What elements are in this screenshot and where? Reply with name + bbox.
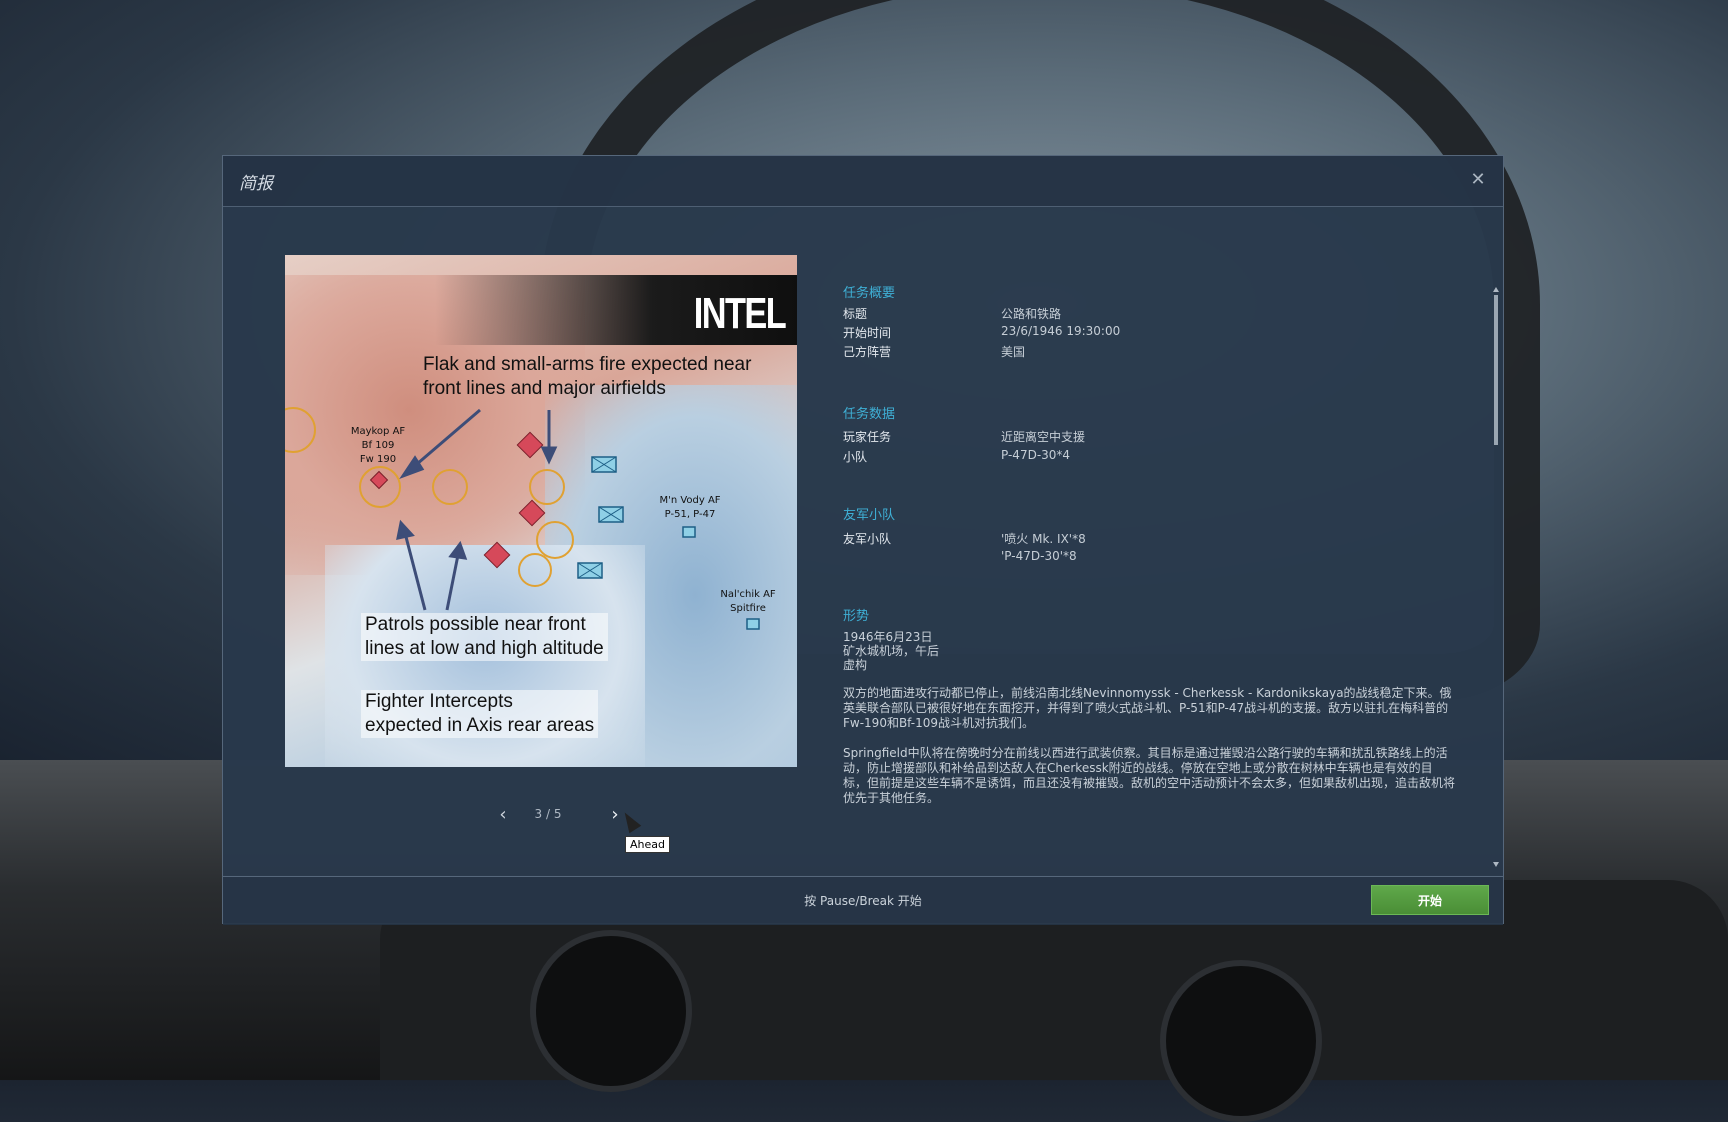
label-nalchik-name: Nal'chik AF bbox=[720, 589, 776, 600]
previous-page-button[interactable]: ‹ bbox=[493, 804, 513, 828]
patrol-note-line-2: lines at low and high altitude bbox=[365, 638, 604, 659]
title-value: 公路和铁路 bbox=[1001, 307, 1062, 321]
background-gauge bbox=[1160, 960, 1322, 1122]
pause-start-hint: 按 Pause/Break 开始 bbox=[804, 894, 922, 908]
mission-info-panel: 任务概要 标题 公路和铁路 开始时间 23/6/1946 19:30:00 己方… bbox=[843, 282, 1483, 867]
label-nalchik-af: Nal'chik AF Spitfire bbox=[711, 588, 785, 616]
scroll-down-icon[interactable] bbox=[1493, 862, 1499, 867]
mission-data-section-title: 任务数据 bbox=[843, 407, 896, 422]
next-page-tooltip: Ahead bbox=[625, 836, 670, 853]
situation-date: 1946年6月23日 bbox=[843, 630, 933, 644]
close-icon: ✕ bbox=[1470, 169, 1486, 190]
summary-section-title: 任务概要 bbox=[843, 286, 896, 301]
situation-paragraph-2: Springfield中队将在傍晚时分在前线以西进行武装侦察。其目标是通过摧毁沿… bbox=[843, 746, 1456, 805]
friendly-flight-2: 'P-47D-30'*8 bbox=[1001, 549, 1077, 563]
label-maykop-af: Maykop AF Bf 109 Fw 190 bbox=[343, 425, 413, 467]
flak-note: Flak and small-arms fire expected near f… bbox=[423, 353, 751, 401]
situation-paragraph-1: 双方的地面进攻行动都已停止，前线沿南北线Nevinnomyssk - Cherk… bbox=[843, 686, 1452, 730]
chevron-right-icon: › bbox=[611, 804, 619, 825]
friendly-section-title: 友军小队 bbox=[843, 508, 896, 523]
dialog-title: 简报 bbox=[239, 174, 273, 194]
situation-fictional: 虚构 bbox=[843, 658, 868, 672]
info-scrollbar[interactable] bbox=[1493, 287, 1499, 867]
fighter-note-line-2: expected in Axis rear areas bbox=[365, 715, 595, 736]
side-label: 己方阵营 bbox=[843, 345, 892, 359]
scroll-thumb[interactable] bbox=[1494, 295, 1498, 445]
patrol-note-line-1: Patrols possible near front bbox=[365, 614, 586, 635]
fighter-note-line-1: Fighter Intercepts bbox=[365, 691, 513, 712]
label-mn-vody-aircraft: P-51, P-47 bbox=[664, 509, 716, 520]
background-clock-gauge bbox=[530, 930, 692, 1092]
player-task-value: 近距离空中支援 bbox=[1001, 430, 1086, 444]
flak-note-line-2: front lines and major airfields bbox=[423, 378, 666, 399]
briefing-dialog: 简报 ✕ INTEL Flak and small-arms fire expe… bbox=[222, 155, 1504, 925]
title-label: 标题 bbox=[843, 307, 868, 321]
side-value: 美国 bbox=[1001, 345, 1026, 359]
flight-label: 小队 bbox=[843, 450, 868, 464]
close-button[interactable]: ✕ bbox=[1465, 167, 1491, 193]
label-mn-vody-name: M'n Vody AF bbox=[659, 495, 721, 506]
start-time-value: 23/6/1946 19:30:00 bbox=[1001, 324, 1121, 338]
dialog-body: INTEL Flak and small-arms fire expected … bbox=[223, 207, 1503, 875]
label-maykop-aircraft-2: Fw 190 bbox=[359, 454, 397, 465]
flak-note-line-1: Flak and small-arms fire expected near bbox=[423, 354, 752, 375]
situation-location: 矿水城机场，午后 bbox=[843, 644, 940, 658]
start-time-label: 开始时间 bbox=[843, 326, 892, 340]
label-mn-vody-af: M'n Vody AF P-51, P-47 bbox=[650, 494, 730, 522]
situation-section-title: 形势 bbox=[843, 609, 870, 624]
situation-header: 1946年6月23日 矿水城机场，午后 虚构 bbox=[843, 630, 1455, 672]
label-nalchik-aircraft: Spitfire bbox=[730, 603, 766, 614]
chevron-left-icon: ‹ bbox=[499, 804, 507, 825]
friendly-flights-label: 友军小队 bbox=[843, 532, 892, 546]
label-maykop-name: Maykop AF bbox=[350, 426, 406, 437]
briefing-map-image: INTEL Flak and small-arms fire expected … bbox=[285, 255, 797, 767]
start-button[interactable]: 开始 bbox=[1371, 885, 1489, 915]
scroll-up-icon[interactable] bbox=[1493, 287, 1499, 292]
dialog-footer: 按 Pause/Break 开始 开始 bbox=[223, 876, 1503, 925]
patrol-note: Patrols possible near front lines at low… bbox=[361, 613, 608, 661]
label-maykop-aircraft-1: Bf 109 bbox=[361, 440, 395, 451]
fighter-note: Fighter Intercepts expected in Axis rear… bbox=[361, 690, 599, 738]
dialog-header: 简报 ✕ bbox=[223, 156, 1503, 207]
friendly-flight-1: '喷火 Mk. IX'*8 bbox=[1001, 532, 1086, 546]
flight-value: P-47D-30*4 bbox=[1001, 448, 1071, 462]
page-indicator: 3 / 5 bbox=[534, 807, 562, 821]
player-task-label: 玩家任务 bbox=[843, 430, 892, 444]
